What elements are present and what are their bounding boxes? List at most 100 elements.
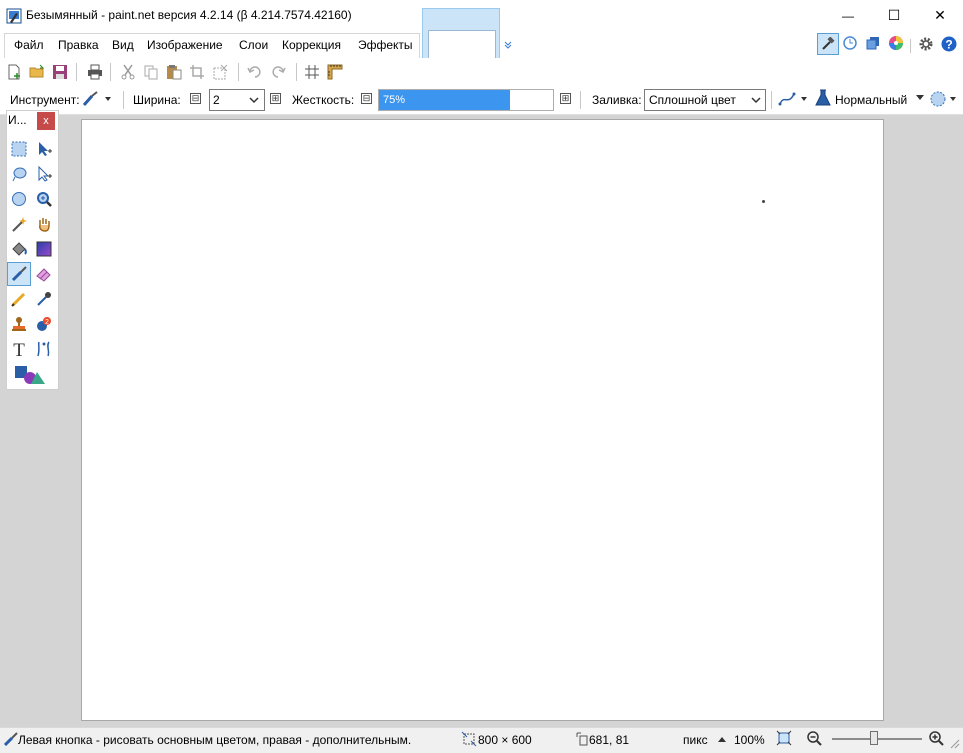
save-button[interactable] [50,62,70,82]
zoom-out-icon [807,731,822,746]
undo-button[interactable] [245,62,265,82]
tool-lasso-select[interactable] [8,163,30,185]
tool-paintbrush[interactable] [7,262,31,286]
cut-button[interactable] [118,62,138,82]
deselect-button[interactable] [210,62,230,82]
shapes-icon [15,366,45,384]
width-label: Ширина: [133,93,181,107]
hardness-increase-button[interactable]: ⊞ [560,93,571,104]
open-folder-icon [29,64,45,78]
menu-layers[interactable]: Слои [239,38,268,52]
colors-window-toggle[interactable] [888,35,904,54]
print-button[interactable] [85,62,105,82]
toggle-grid-button[interactable] [302,62,322,82]
copy-button[interactable] [141,62,161,82]
selection-clipping-icon [930,91,956,107]
hardness-slider[interactable]: 75% [378,89,554,111]
width-combobox[interactable]: 2 [209,89,265,111]
width-decrease-button[interactable]: ⊟ [190,93,201,104]
tool-paint-bucket[interactable] [8,238,30,260]
tool-eraser[interactable] [33,263,55,285]
paintbrush-icon [82,91,111,106]
tool-magic-wand[interactable] [8,213,30,235]
redo-button[interactable] [268,62,288,82]
width-increase-button[interactable]: ⊞ [270,93,281,104]
tool-pan[interactable] [33,213,55,235]
tools-window-toggle[interactable] [817,33,839,55]
tool-pencil[interactable] [8,288,30,310]
tool-move-selection[interactable] [33,138,55,160]
zoom-level[interactable]: 100% [734,733,765,747]
printer-icon [88,64,102,80]
paintbrush-icon [11,266,27,282]
menu-file[interactable]: Файл [14,38,44,52]
pencil-icon [11,292,26,307]
paintbrush-icon [4,732,18,746]
tools-window-close-button[interactable]: x [37,112,55,130]
menu-view[interactable]: Вид [112,38,134,52]
save-icon [53,65,67,79]
hardness-decrease-button[interactable]: ⊟ [361,93,372,104]
layers-window-toggle[interactable] [865,35,881,54]
separator [123,91,124,109]
copy-icon [144,65,158,80]
settings-button[interactable] [918,36,934,55]
selection-clipping-dropdown[interactable] [929,90,959,111]
menu-adjustments[interactable]: Коррекция [282,38,341,52]
fill-mode-select[interactable]: Сплошной цвет [644,89,766,111]
gear-icon [919,37,933,51]
tool-text[interactable]: T [8,338,30,360]
antialiasing-icon [778,92,807,106]
close-window-button[interactable]: ✕ [917,0,963,31]
units-dropdown-icon[interactable] [718,737,726,743]
help-icon: ? [941,36,957,52]
history-icon [843,36,857,50]
fill-mode-value: Сплошной цвет [649,93,736,107]
zoom-to-window-icon [776,730,792,746]
separator [76,63,77,81]
text-icon: T [13,340,25,358]
antialiasing-dropdown[interactable] [778,90,810,111]
paste-icon [167,65,182,80]
tool-shapes[interactable] [13,364,49,389]
svg-text:T: T [13,340,25,358]
crop-to-selection-button[interactable] [187,62,207,82]
zoom-slider-thumb[interactable] [870,731,878,745]
tool-move-selected[interactable] [33,163,55,185]
tool-zoom[interactable] [33,188,55,210]
units-selector[interactable]: пикс [683,733,708,747]
tool-gradient[interactable] [33,238,55,260]
minimize-button[interactable]: — [825,0,871,31]
cursor-position-icon [576,732,588,746]
paste-button[interactable] [164,62,184,82]
tool-line-curve[interactable] [33,338,55,360]
tool-clone-stamp[interactable] [8,313,30,335]
new-file-icon [8,64,20,80]
help-button[interactable]: ? [941,36,957,55]
menu-image[interactable]: Изображение [147,38,223,52]
separator [110,63,111,81]
tabs-overflow-icon[interactable] [503,38,513,52]
current-tool-dropdown[interactable] [82,91,112,110]
zoom-in-button[interactable] [928,730,944,749]
tool-ellipse-select[interactable] [8,188,30,210]
tool-color-picker[interactable] [33,288,55,310]
ellipse-select-icon [12,192,26,206]
resize-grip-icon[interactable] [948,737,960,749]
zoom-out-button[interactable] [806,730,822,749]
image-canvas[interactable] [81,119,884,721]
menu-effects[interactable]: Эффекты [358,38,413,52]
maximize-button[interactable]: ☐ [871,0,917,31]
tool-recolor[interactable]: 2 [33,313,55,335]
toggle-rulers-button[interactable] [325,62,345,82]
new-file-button[interactable] [4,62,24,82]
history-window-toggle[interactable] [842,35,858,54]
tool-rectangle-select[interactable] [8,138,30,160]
line-curve-icon [37,341,50,357]
menu-edit[interactable]: Правка [58,38,99,52]
open-file-button[interactable] [27,62,47,82]
zoom-to-window-button[interactable] [776,730,792,749]
undo-icon [247,66,261,78]
layers-icon [866,37,879,50]
close-icon: ✕ [934,7,946,23]
